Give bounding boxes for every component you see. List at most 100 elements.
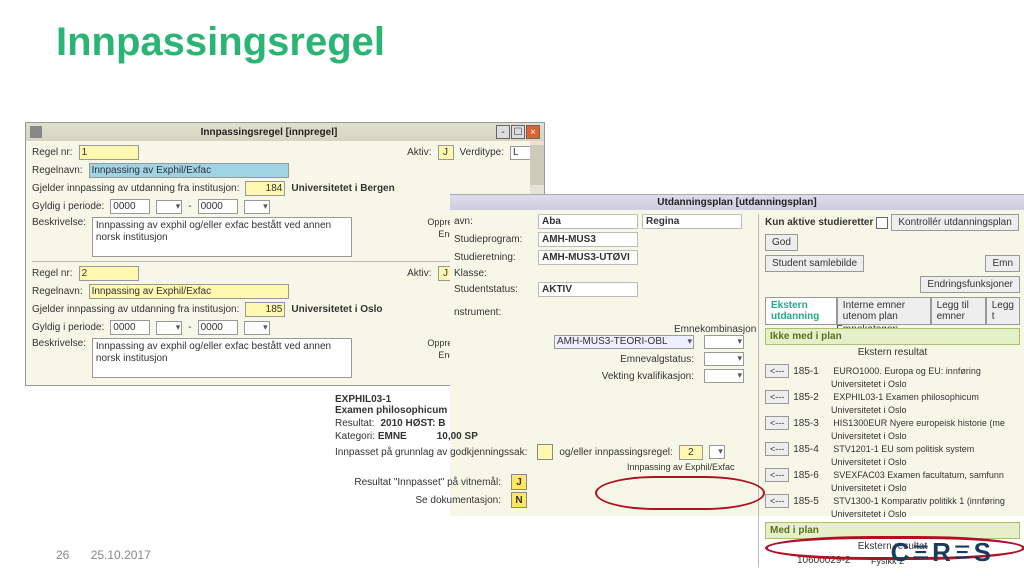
result-code: 185-4 bbox=[793, 444, 829, 455]
gyldig-label: Gyldig i periode: bbox=[32, 201, 104, 212]
tab-leggtil[interactable]: Legg til emner bbox=[931, 297, 986, 324]
student-panel: avn: Aba Regina Studieprogram: AMH-MUS3 … bbox=[454, 214, 754, 567]
minimize-button[interactable]: - bbox=[496, 125, 510, 139]
exphil-detail-panel: EXPHIL03-1 Examen philosophicum Resultat… bbox=[335, 394, 765, 510]
kunaktive-label: Kun aktive studieretter bbox=[765, 217, 873, 228]
detail-code: EXPHIL03-1 bbox=[335, 394, 765, 405]
maximize-button[interactable]: ☐ bbox=[511, 125, 525, 139]
beskriv-textarea[interactable]: Innpassing av exphil og/eller exfac best… bbox=[92, 338, 352, 378]
samlebilde-button[interactable]: Student samlebilde bbox=[765, 255, 864, 272]
slide-title: Innpassingsregel bbox=[0, 0, 1024, 75]
result-code: 185-2 bbox=[793, 392, 829, 403]
inst-navn: Universitetet i Bergen bbox=[291, 183, 394, 194]
beskriv-label: Beskrivelse: bbox=[32, 217, 86, 228]
studentstatus-field[interactable]: AKTIV bbox=[538, 282, 638, 297]
regelnavn-label: Regelnavn: bbox=[32, 165, 83, 176]
god-button[interactable]: God bbox=[765, 234, 798, 251]
studieretning-field[interactable]: AMH-MUS3-UTØVI bbox=[538, 250, 638, 265]
godkjenningssak-input[interactable] bbox=[537, 444, 553, 460]
result-text: EURO1000. Europa og EU: innføring bbox=[833, 366, 1020, 376]
etternavn-field[interactable]: Regina bbox=[642, 214, 742, 229]
fornavn-field[interactable]: Aba bbox=[538, 214, 638, 229]
vekting-select[interactable] bbox=[704, 369, 744, 383]
periode-til-select[interactable] bbox=[244, 321, 270, 335]
periode-til-select[interactable] bbox=[244, 200, 270, 214]
result-code: 185-6 bbox=[793, 470, 829, 481]
kunaktive-checkbox[interactable] bbox=[876, 217, 888, 229]
assign-arrow-button[interactable]: <--- bbox=[765, 494, 789, 508]
regelnr-label: Regel nr: bbox=[32, 147, 73, 158]
periode-fra-input[interactable]: 0000 bbox=[110, 320, 150, 335]
endrings-button[interactable]: Endringsfunksjoner bbox=[920, 276, 1020, 293]
periode-til-input[interactable]: 0000 bbox=[198, 199, 238, 214]
tab-interne[interactable]: Interne emner utenom plan bbox=[837, 297, 931, 324]
result-row: <--- 185-1 EURO1000. Europa og EU: innføri… bbox=[765, 363, 1020, 379]
inst-kode-input[interactable]: 185 bbox=[245, 302, 285, 317]
result-text: STV1201-1 EU som politisk system bbox=[833, 444, 1020, 454]
regelnavn-input[interactable]: Innpassing av Exphil/Exfac bbox=[89, 284, 289, 299]
se-dokumentasjon-input[interactable]: N bbox=[511, 492, 527, 508]
detail-sp: 10,00 SP bbox=[437, 431, 478, 442]
result-sub: Universitetet i Oslo bbox=[765, 431, 1020, 441]
periode-fra-select[interactable] bbox=[156, 321, 182, 335]
result-row: <--- 185-6 SVEXFAC03 Examen facultatum, sa… bbox=[765, 467, 1020, 483]
beskriv-textarea[interactable]: Innpassing av exphil og/eller exfac best… bbox=[92, 217, 352, 257]
result-text: SVEXFAC03 Examen facultatum, samfunn bbox=[833, 470, 1020, 480]
regelnavn-input[interactable]: Innpassing av Exphil/Exfac bbox=[89, 163, 289, 178]
result-row: <--- 185-3 HIS1300EUR Nyere europeisk hist… bbox=[765, 415, 1020, 431]
periode-fra-input[interactable]: 0000 bbox=[110, 199, 150, 214]
ekstern-resultat-header: Ekstern resultat bbox=[765, 345, 1020, 360]
assign-arrow-button[interactable]: <--- bbox=[765, 442, 789, 456]
result-sub: Universitetet i Oslo bbox=[765, 483, 1020, 493]
assign-arrow-button[interactable]: <--- bbox=[765, 416, 789, 430]
window-icon bbox=[30, 126, 42, 138]
assign-arrow-button[interactable]: <--- bbox=[765, 468, 789, 482]
result-code: 185-3 bbox=[793, 418, 829, 429]
ceres-logo: CΞRΞS bbox=[891, 537, 994, 568]
periode-til-input[interactable]: 0000 bbox=[198, 320, 238, 335]
kontroller-button[interactable]: Kontrollér utdanningsplan bbox=[891, 214, 1018, 231]
result-text: HIS1300EUR Nyere europeisk historie (me bbox=[833, 418, 1020, 428]
result-row: <--- 185-4 STV1201-1 EU som politisk syste… bbox=[765, 441, 1020, 457]
window2-title: Utdanningsplan [utdanningsplan] bbox=[450, 195, 1024, 210]
emnevalg-select[interactable] bbox=[704, 352, 744, 366]
detail-name: Examen philosophicum bbox=[335, 405, 765, 416]
result-text: EXPHIL03-1 Examen philosophicum bbox=[833, 392, 1020, 402]
slide-date: 25.10.2017 bbox=[91, 548, 151, 562]
emn-button[interactable]: Emn bbox=[985, 255, 1020, 272]
slide-footer: 26 25.10.2017 bbox=[56, 548, 169, 562]
tab-leggt[interactable]: Legg t bbox=[986, 297, 1020, 324]
result-code: 185-1 bbox=[793, 366, 829, 377]
window-title: Innpassingsregel [innpregel] bbox=[46, 127, 492, 138]
regelnr-input[interactable]: 1 bbox=[79, 145, 139, 160]
result-row: <--- 185-5 STV1300-1 Komparativ politikk 1… bbox=[765, 493, 1020, 509]
emnekombinasjon-select[interactable]: AMH-MUS3-TEORI-OBL bbox=[554, 335, 694, 349]
right-panel: Kun aktive studieretter Kontrollér utdan… bbox=[758, 214, 1020, 567]
result-sub: Universitetet i Oslo bbox=[765, 379, 1020, 389]
tab-ekstern[interactable]: Ekstern utdanning bbox=[765, 297, 837, 324]
resultat-innpasset-input[interactable]: J bbox=[511, 474, 527, 490]
verditype-label: Verditype: bbox=[460, 147, 504, 158]
result-code: 185-5 bbox=[793, 496, 829, 507]
assign-arrow-button[interactable]: <--- bbox=[765, 390, 789, 404]
emnekategori-select[interactable] bbox=[704, 335, 744, 349]
periode-fra-select[interactable] bbox=[156, 200, 182, 214]
ikkeplan-header: Ikke med i plan bbox=[765, 328, 1020, 345]
innpassingsregel-select[interactable] bbox=[709, 445, 725, 459]
regelnr-input[interactable]: 2 bbox=[79, 266, 139, 281]
inst-kode-input[interactable]: 184 bbox=[245, 181, 285, 196]
close-button[interactable]: × bbox=[526, 125, 540, 139]
assign-arrow-button[interactable]: <--- bbox=[765, 364, 789, 378]
studieprogram-field[interactable]: AMH-MUS3 bbox=[538, 232, 638, 247]
detail-resultat: 2010 HØST: B bbox=[380, 418, 445, 429]
result-text: STV1300-1 Komparativ politikk 1 (innføri… bbox=[833, 496, 1020, 506]
inst-navn: Universitetet i Oslo bbox=[291, 304, 382, 315]
page-number: 26 bbox=[56, 548, 69, 562]
aktiv-input[interactable]: J bbox=[438, 145, 454, 160]
medplan-code: 10600029-2 bbox=[797, 555, 867, 566]
result-row: <--- 185-2 EXPHIL03-1 Examen philosophicum bbox=[765, 389, 1020, 405]
inst-label: Gjelder innpassing av utdanning fra inst… bbox=[32, 183, 239, 194]
result-sub: Universitetet i Oslo bbox=[765, 457, 1020, 467]
result-sub: Universitetet i Oslo bbox=[765, 509, 1020, 519]
innpassingsregel-input[interactable]: 2 bbox=[679, 445, 703, 460]
